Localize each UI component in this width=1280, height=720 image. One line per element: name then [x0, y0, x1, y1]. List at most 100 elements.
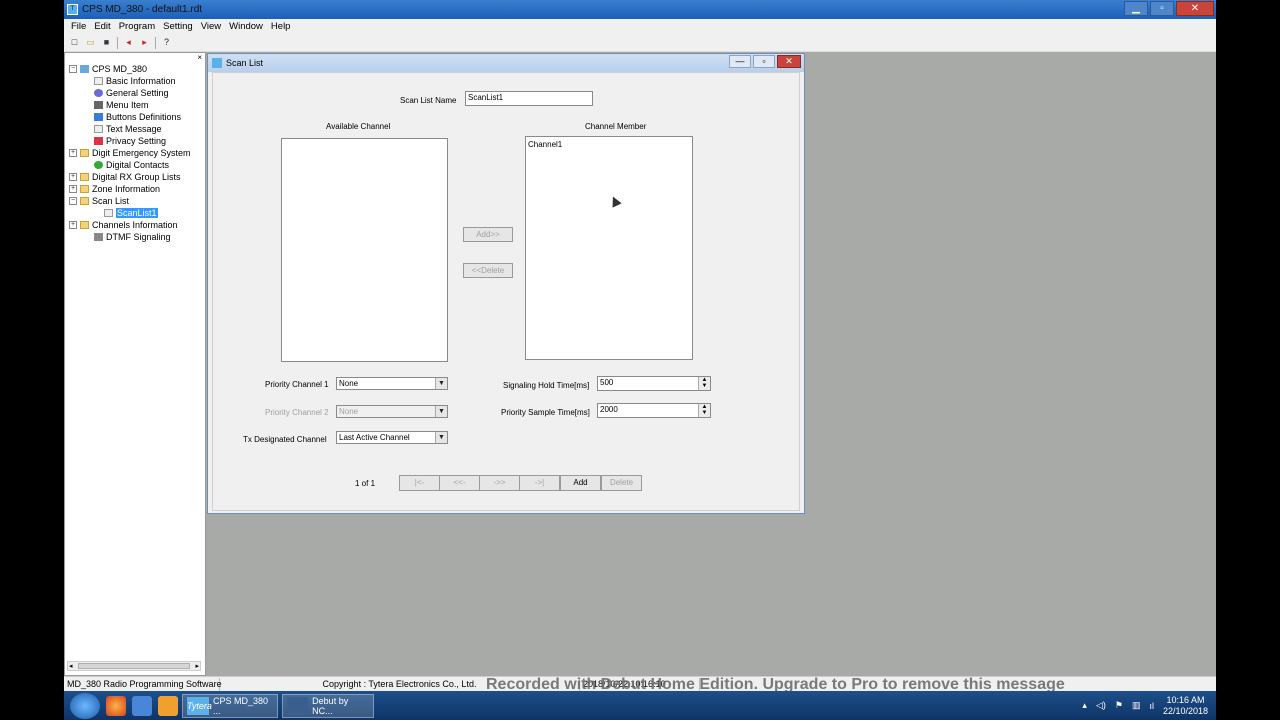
maximize-button[interactable]: ▫ [1150, 1, 1174, 16]
menu-program[interactable]: Program [115, 21, 159, 32]
scroll-right-icon[interactable]: ▸ [195, 662, 199, 670]
menu-file[interactable]: File [67, 21, 90, 32]
expand-icon[interactable]: + [69, 185, 77, 193]
tree-item-label: Zone Information [92, 184, 161, 194]
control-panel-icon[interactable] [132, 695, 152, 716]
tree-item-dtmf-signaling[interactable]: DTMF Signaling [69, 231, 207, 243]
menu-bar: File Edit Program Setting View Window He… [64, 19, 1216, 34]
stepper-value: 2000 [600, 405, 618, 414]
signal-icon[interactable]: ıl [1149, 701, 1154, 711]
tree-item-label: Scan List [92, 196, 130, 206]
child-minimize-button[interactable]: — [729, 55, 751, 68]
tree-item-zone-information[interactable]: + Zone Information [69, 183, 207, 195]
tx-designated-channel-label: Tx Designated Channel [243, 435, 327, 444]
collapse-icon[interactable]: − [69, 65, 77, 73]
menu-view[interactable]: View [197, 21, 225, 32]
spin-down-icon[interactable]: ▼ [699, 383, 710, 389]
record-pager: 1 of 1 |<- <<- ->> ->| Add Delete [353, 475, 653, 491]
buttons-icon [94, 113, 103, 121]
tx-designated-channel-select[interactable]: Last Active Channel ▼ [336, 431, 448, 444]
title-bar[interactable]: T CPS MD_380 - default1.rdt ▁ ▫ ✕ [64, 0, 1216, 19]
tree-item-buttons-definitions[interactable]: Buttons Definitions [69, 111, 207, 123]
signaling-hold-time-stepper[interactable]: 500 ▲ ▼ [597, 376, 711, 391]
tree-horizontal-scrollbar[interactable]: ◂ ▸ [67, 661, 201, 671]
menu-window[interactable]: Window [225, 21, 267, 32]
tree-item-digit-emergency-system[interactable]: + Digit Emergency System [69, 147, 207, 159]
menu-setting[interactable]: Setting [159, 21, 197, 32]
action-center-icon[interactable]: ⚑ [1115, 700, 1123, 711]
tree-item-basic-information[interactable]: Basic Information [69, 75, 207, 87]
tree-root[interactable]: − CPS MD_380 [69, 63, 207, 75]
show-hidden-icons[interactable]: ▴ [1082, 700, 1087, 711]
tree-item-scan-list[interactable]: − Scan List [69, 195, 207, 207]
tree-item-label: Basic Information [106, 76, 176, 86]
selected-value: None [339, 407, 359, 416]
close-icon[interactable]: × [197, 53, 202, 62]
dropdown-arrow-icon[interactable]: ▼ [435, 406, 447, 417]
tree-item-label: Digit Emergency System [92, 148, 191, 158]
expand-icon[interactable]: + [69, 221, 77, 229]
tree-item-general-setting[interactable]: General Setting [69, 87, 207, 99]
volume-icon[interactable]: ◁) [1096, 700, 1106, 711]
add-channel-button[interactable]: Add>> [463, 227, 513, 242]
channel-member-list[interactable]: Channel1 [525, 136, 693, 360]
read-icon[interactable]: ◂ [123, 37, 134, 48]
tree-item-scanlist1[interactable]: ScanList1 [69, 207, 207, 219]
delete-record-button[interactable]: Delete [601, 475, 642, 491]
gear-icon [94, 89, 103, 97]
write-icon[interactable]: ▸ [139, 37, 150, 48]
selected-value: Last Active Channel [339, 433, 410, 442]
tree-item-text-message[interactable]: Text Message [69, 123, 207, 135]
taskbar-item-cps[interactable]: Tytera CPS MD_380 ... [182, 693, 278, 718]
new-icon[interactable]: □ [69, 37, 80, 48]
menu-edit[interactable]: Edit [90, 21, 114, 32]
available-channel-list[interactable] [281, 138, 448, 362]
dropdown-arrow-icon[interactable]: ▼ [435, 378, 447, 389]
tree-item-label: Digital RX Group Lists [92, 172, 181, 182]
scrollbar-thumb[interactable] [78, 663, 190, 669]
expand-icon[interactable]: + [69, 149, 77, 157]
help-icon[interactable]: ? [161, 37, 172, 48]
document-icon [94, 77, 103, 85]
tree-item-menu-item[interactable]: Menu Item [69, 99, 207, 111]
tree-item-privacy-setting[interactable]: Privacy Setting [69, 135, 207, 147]
priority-channel-1-select[interactable]: None ▼ [336, 377, 448, 390]
taskbar-clock[interactable]: 10:16 AM 22/10/2018 [1163, 695, 1208, 717]
tree-item-digital-contacts[interactable]: Digital Contacts [69, 159, 207, 171]
priority-channel-2-select[interactable]: None ▼ [336, 405, 448, 418]
add-record-button[interactable]: Add [560, 475, 601, 491]
expand-icon[interactable]: + [69, 173, 77, 181]
network-icon[interactable]: ▥ [1132, 700, 1141, 711]
first-record-button[interactable]: |<- [399, 475, 440, 491]
scroll-left-icon[interactable]: ◂ [69, 662, 73, 670]
close-button[interactable]: ✕ [1176, 1, 1214, 16]
task-label: CPS MD_380 ... [213, 695, 269, 716]
menu-help[interactable]: Help [267, 21, 295, 32]
open-icon[interactable]: ▭ [85, 37, 96, 48]
scan-list-name-input[interactable]: ScanList1 [465, 91, 593, 106]
firefox-icon[interactable] [106, 695, 126, 716]
tree-item-label: Privacy Setting [106, 136, 167, 146]
list-item[interactable]: Channel1 [528, 140, 690, 149]
tree-item-digital-rx-group-lists[interactable]: + Digital RX Group Lists [69, 171, 207, 183]
save-icon[interactable]: ■ [101, 37, 112, 48]
child-close-button[interactable]: ✕ [777, 55, 801, 68]
spin-down-icon[interactable]: ▼ [699, 410, 710, 416]
tree-item-channels-information[interactable]: + Channels Information [69, 219, 207, 231]
scan-list-title-bar[interactable]: Scan List — ▫ ✕ [208, 54, 804, 72]
mdi-workspace: Scan List — ▫ ✕ Scan List Name ScanList1… [206, 52, 1216, 676]
collapse-icon[interactable]: − [69, 197, 77, 205]
next-record-button[interactable]: ->> [479, 475, 520, 491]
minimize-button[interactable]: ▁ [1124, 1, 1148, 16]
dropdown-arrow-icon[interactable]: ▼ [435, 432, 447, 443]
previous-record-button[interactable]: <<- [439, 475, 480, 491]
start-button[interactable] [70, 692, 100, 719]
child-maximize-button[interactable]: ▫ [753, 55, 775, 68]
priority-sample-time-stepper[interactable]: 2000 ▲ ▼ [597, 403, 711, 418]
outlook-icon[interactable] [158, 695, 178, 716]
folder-icon [80, 149, 89, 157]
last-record-button[interactable]: ->| [519, 475, 560, 491]
taskbar-item-debut[interactable]: Debut by NC... [282, 693, 374, 718]
scan-list-window: Scan List — ▫ ✕ Scan List Name ScanList1… [207, 53, 805, 514]
delete-channel-button[interactable]: <<Delete [463, 263, 513, 278]
